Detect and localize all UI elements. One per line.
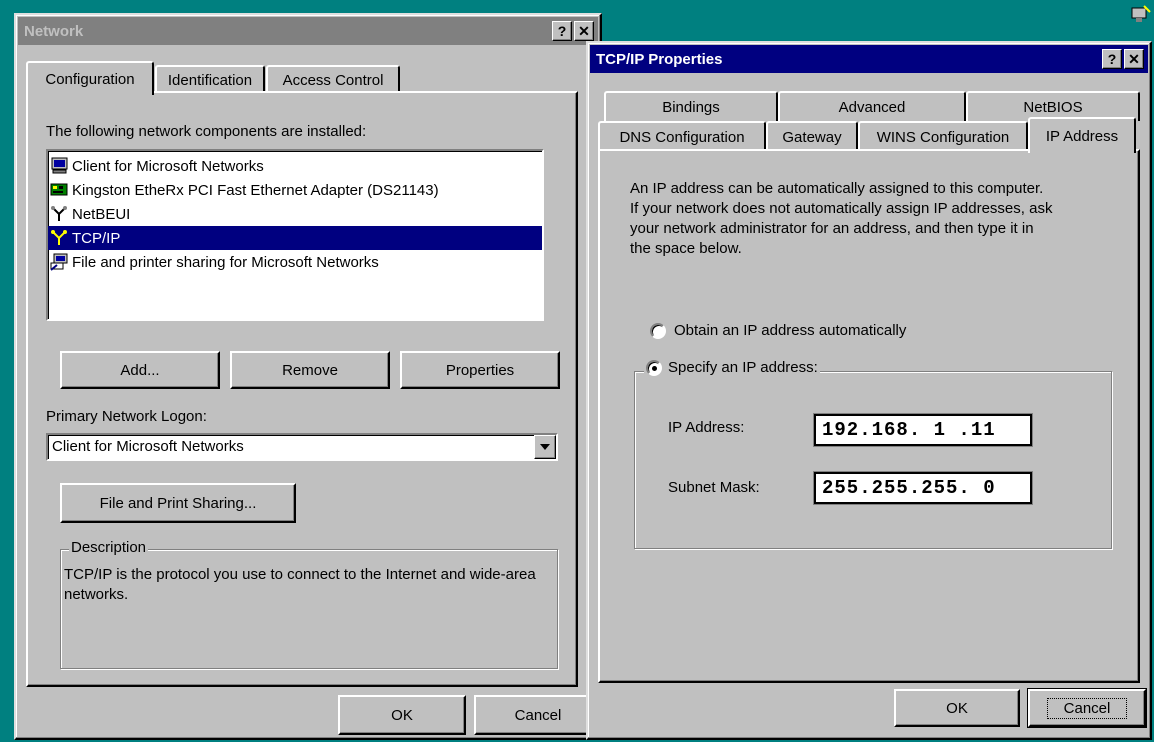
obtain-ip-radio[interactable] [650,323,666,339]
list-item[interactable]: File and printer sharing for Microsoft N… [50,250,383,274]
protocol-icon [50,229,70,247]
ip-address-label: IP Address: [668,419,745,436]
list-item-label: NetBEUI [72,205,131,223]
help-button[interactable]: ? [1102,49,1122,69]
tab-gateway[interactable]: Gateway [766,121,858,151]
cancel-button[interactable]: Cancel [474,695,602,735]
ok-button[interactable]: OK [338,695,466,735]
list-item-label: File and printer sharing for Microsoft N… [72,253,379,271]
protocol-icon [50,205,70,223]
network-card-icon [50,181,70,199]
ip-intro-text: An IP address can be automatically assig… [630,180,1053,257]
obtain-ip-label[interactable]: Obtain an IP address automatically [674,322,906,339]
ip-address-field[interactable]: 192.168. 1 .11 [813,413,1033,447]
tab-bindings[interactable]: Bindings [604,91,778,121]
network-dialog: Network ? ✕ Configuration Identification… [14,13,602,740]
list-item-label: Kingston EtheRx PCI Fast Ethernet Adapte… [72,181,439,199]
logon-select[interactable]: Client for Microsoft Networks [46,433,558,461]
chevron-down-icon[interactable] [534,435,556,459]
ok-button[interactable]: OK [894,689,1020,727]
subnet-mask-label: Subnet Mask: [668,479,760,496]
specify-ip-group [634,371,1112,549]
subnet-mask-field[interactable]: 255.255.255. 0 [813,471,1033,505]
list-item-selected[interactable]: TCP/IP [48,226,542,250]
network-title: Network [24,22,84,40]
components-list[interactable]: Client for Microsoft Networks Kingston E… [46,149,544,321]
list-item[interactable]: NetBEUI [50,202,134,226]
tcpip-titlebar[interactable]: TCP/IP Properties ? ✕ [590,45,1148,73]
description-text: TCP/IP is the protocol you use to connec… [64,566,536,603]
list-item[interactable]: Client for Microsoft Networks [50,154,268,178]
logon-label: Primary Network Logon: [46,408,207,425]
network-titlebar[interactable]: Network ? ✕ [18,17,598,45]
desktop-icon-fragment [1128,4,1152,26]
list-item-label: Client for Microsoft Networks [72,157,264,175]
description-label: Description [69,539,149,556]
list-item[interactable]: Kingston EtheRx PCI Fast Ethernet Adapte… [50,178,443,202]
logon-select-value: Client for Microsoft Networks [52,438,244,455]
specify-ip-label[interactable]: Specify an IP address: [668,359,818,376]
tab-access-control[interactable]: Access Control [266,65,400,93]
components-label: The following network components are ins… [46,123,367,140]
file-print-sharing-button[interactable]: File and Print Sharing... [60,483,296,523]
specify-ip-radio[interactable] [646,359,662,376]
remove-button[interactable]: Remove [230,351,390,389]
tab-dns-configuration[interactable]: DNS Configuration [598,121,766,151]
close-button[interactable]: ✕ [1124,49,1144,69]
tab-identification[interactable]: Identification [155,65,265,93]
tab-ip-address[interactable]: IP Address [1028,117,1136,153]
help-button[interactable]: ? [552,21,572,41]
properties-button[interactable]: Properties [400,351,560,389]
cancel-button[interactable]: Cancel [1027,688,1147,728]
tab-advanced[interactable]: Advanced [778,91,966,121]
tab-wins-configuration[interactable]: WINS Configuration [858,121,1028,151]
file-printer-sharing-icon [50,253,70,271]
client-computer-icon [50,157,70,175]
list-item-label: TCP/IP [72,229,121,247]
add-button[interactable]: Add... [60,351,220,389]
close-button[interactable]: ✕ [574,21,594,41]
tcpip-title: TCP/IP Properties [596,50,723,68]
specify-ip-legend: Specify an IP address: [644,359,820,376]
tcpip-properties-dialog: TCP/IP Properties ? ✕ Bindings Advanced … [586,41,1152,740]
tab-configuration[interactable]: Configuration [26,61,154,95]
